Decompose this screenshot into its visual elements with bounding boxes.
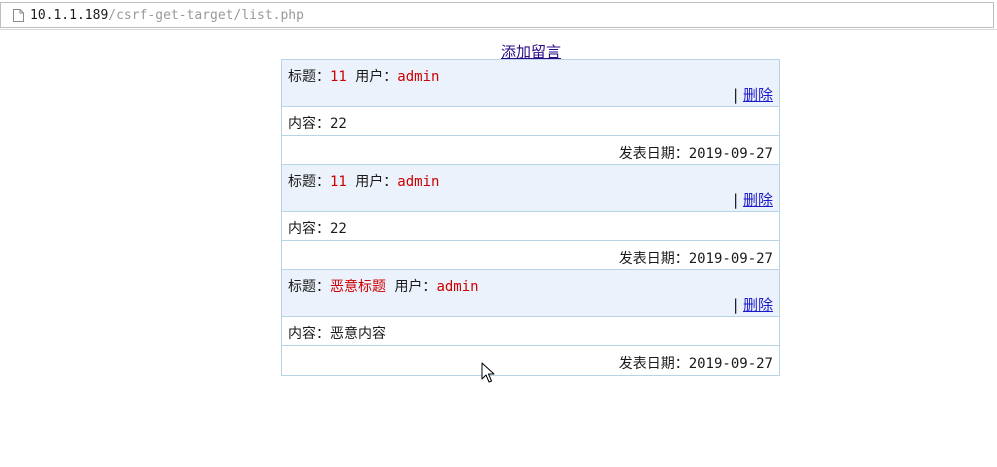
- message-user: admin: [397, 174, 440, 190]
- date-value: 2019-09-27: [688, 146, 773, 162]
- message-content-row: 内容：恶意内容: [282, 317, 779, 346]
- message-date: 发表日期：2019-09-27: [619, 353, 773, 373]
- separator: |: [733, 296, 739, 314]
- message-title: 11: [330, 69, 347, 85]
- content-prefix: 内容：: [288, 326, 330, 342]
- message-date: 发表日期：2019-09-27: [619, 143, 773, 163]
- message-board: 标题：11 用户：admin | 删除 内容：22 发表日期：2019-09-2…: [281, 59, 780, 376]
- message-content: 内容：22: [288, 113, 347, 133]
- user-prefix: 用户：: [355, 69, 398, 85]
- separator: |: [733, 191, 739, 209]
- content-prefix: 内容：: [288, 221, 330, 237]
- message-user: admin: [397, 69, 440, 85]
- message-title: 恶意标题: [330, 279, 386, 295]
- title-prefix: 标题：: [288, 279, 330, 295]
- separator: |: [733, 86, 739, 104]
- message-content-row: 内容：22: [282, 107, 779, 136]
- message-date: 发表日期：2019-09-27: [619, 248, 773, 268]
- content-prefix: 内容：: [288, 116, 330, 132]
- message-date-row: 发表日期：2019-09-27: [282, 346, 779, 375]
- message-header: 标题：恶意标题 用户：admin | 删除: [282, 270, 779, 317]
- date-prefix: 发表日期：: [618, 251, 689, 267]
- title-prefix: 标题：: [288, 174, 330, 190]
- title-line: 标题：恶意标题 用户：admin: [288, 276, 479, 296]
- message-content: 内容：22: [288, 218, 347, 238]
- address-bar: 10.1.1.189/csrf-get-target/list.php: [0, 0, 997, 30]
- message-date-row: 发表日期：2019-09-27: [282, 136, 779, 165]
- user-prefix: 用户：: [394, 279, 437, 295]
- title-line: 标题：11 用户：admin: [288, 171, 439, 191]
- message-user: admin: [436, 279, 479, 295]
- message-content: 内容：恶意内容: [288, 323, 386, 343]
- url-host: 10.1.1.189: [30, 7, 109, 23]
- content-value: 恶意内容: [330, 326, 386, 342]
- title-line: 标题：11 用户：admin: [288, 66, 439, 86]
- message-content-row: 内容：22: [282, 212, 779, 241]
- date-value: 2019-09-27: [688, 251, 773, 267]
- actions: | 删除: [733, 189, 773, 210]
- page-icon: [13, 8, 24, 22]
- date-prefix: 发表日期：: [618, 146, 689, 162]
- address-field[interactable]: 10.1.1.189/csrf-get-target/list.php: [0, 2, 994, 28]
- user-prefix: 用户：: [355, 174, 398, 190]
- delete-link[interactable]: 删除: [743, 86, 773, 104]
- url-path: /csrf-get-target/list.php: [108, 7, 304, 23]
- url-text: 10.1.1.189/csrf-get-target/list.php: [30, 8, 304, 23]
- message-header: 标题：11 用户：admin | 删除: [282, 60, 779, 107]
- actions: | 删除: [733, 294, 773, 315]
- title-prefix: 标题：: [288, 69, 330, 85]
- date-prefix: 发表日期：: [618, 356, 689, 372]
- message-title: 11: [330, 174, 347, 190]
- delete-link[interactable]: 删除: [743, 191, 773, 209]
- actions: | 删除: [733, 84, 773, 105]
- content-value: 22: [330, 116, 347, 132]
- message-date-row: 发表日期：2019-09-27: [282, 241, 779, 270]
- content-value: 22: [330, 221, 347, 237]
- delete-link[interactable]: 删除: [743, 296, 773, 314]
- message-header: 标题：11 用户：admin | 删除: [282, 165, 779, 212]
- date-value: 2019-09-27: [688, 356, 773, 372]
- mouse-cursor-icon: [481, 362, 495, 383]
